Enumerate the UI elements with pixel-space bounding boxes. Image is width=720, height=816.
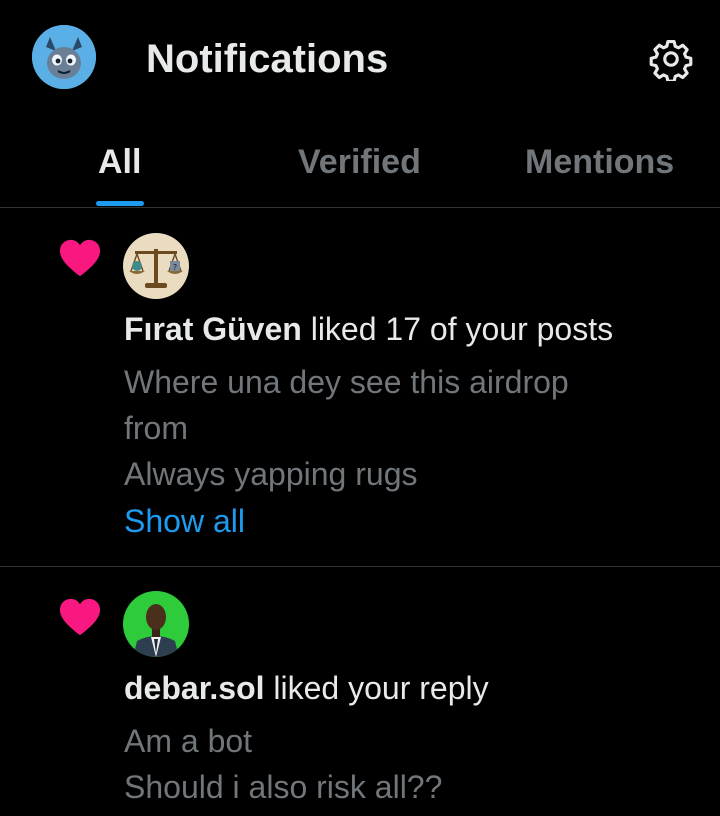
tab-bar: All Verified Mentions — [0, 130, 720, 208]
notification-action: liked 17 of your posts — [301, 311, 614, 347]
profile-avatar-icon[interactable] — [32, 25, 96, 89]
tab-verified[interactable]: Verified — [298, 142, 421, 182]
page-title: Notifications — [146, 37, 389, 81]
notification-item[interactable]: debar.sol liked your reply Am a bot Shou… — [0, 567, 720, 816]
post-text-line: Where una dey see this airdrop — [124, 364, 569, 400]
user-avatar[interactable] — [123, 591, 189, 657]
post-text-line: from — [124, 410, 188, 446]
notification-item[interactable]: ? Fırat Güven liked 17 of your posts Whe… — [0, 208, 720, 565]
tab-mentions[interactable]: Mentions — [525, 142, 674, 182]
active-tab-indicator — [96, 201, 144, 206]
notification-action: liked your reply — [264, 670, 489, 706]
heart-icon — [58, 597, 102, 637]
user-name[interactable]: Fırat Güven — [124, 311, 302, 347]
gear-icon[interactable] — [648, 36, 694, 82]
user-name[interactable]: debar.sol — [124, 670, 265, 706]
user-avatar[interactable]: ? — [123, 233, 189, 299]
tab-all[interactable]: All — [98, 142, 141, 182]
svg-text:?: ? — [173, 263, 177, 272]
post-text-line: Am a bot — [124, 723, 253, 759]
header: Notifications — [0, 0, 720, 120]
post-text-line: Always yapping rugs — [124, 456, 418, 492]
heart-icon — [58, 238, 102, 278]
post-text-line: Should i also risk all?? — [124, 769, 443, 805]
show-all-link[interactable]: Show all — [124, 501, 245, 541]
notification-title: debar.sol liked your reply — [124, 668, 489, 708]
notification-title: Fırat Güven liked 17 of your posts — [124, 309, 613, 349]
